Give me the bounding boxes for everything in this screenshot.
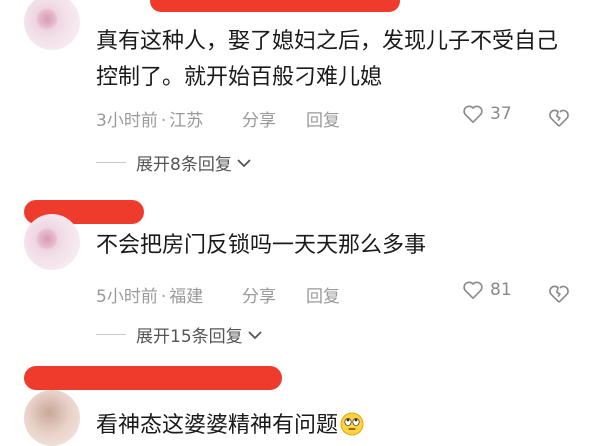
avatar[interactable] <box>24 0 80 50</box>
chevron-down-icon <box>237 158 251 167</box>
expand-replies-button[interactable]: 展开15条回复 <box>96 322 263 347</box>
broken-heart-icon[interactable] <box>548 108 570 128</box>
comment-text: 看神态这婆婆精神有问题 <box>96 408 576 444</box>
broken-heart-icon[interactable] <box>548 284 570 304</box>
comment-location: 福建 <box>169 287 204 307</box>
like-button[interactable]: 81 <box>462 280 512 300</box>
divider <box>96 162 126 163</box>
avatar[interactable] <box>24 214 80 270</box>
divider <box>96 334 126 335</box>
expand-replies-label: 展开15条回复 <box>136 327 243 347</box>
like-button[interactable]: 37 <box>462 104 512 124</box>
share-button[interactable]: 分享 <box>242 282 276 307</box>
like-count: 81 <box>490 280 512 300</box>
reply-button[interactable]: 回复 <box>306 282 340 307</box>
comment-meta: 5小时前 · 福建 <box>96 287 204 307</box>
heart-outline-icon <box>463 105 483 123</box>
heart-outline-icon <box>463 281 483 299</box>
comment-meta: 3小时前 · 江苏 <box>96 111 204 131</box>
avatar[interactable] <box>24 390 80 446</box>
expand-replies-label: 展开8条回复 <box>136 155 232 175</box>
rolling-eyes-emoji <box>340 412 364 436</box>
share-button[interactable]: 分享 <box>242 106 276 131</box>
chevron-down-icon <box>248 330 262 339</box>
like-count: 37 <box>490 104 512 124</box>
redacted-username <box>150 0 400 12</box>
comment-text: 不会把房门反锁吗一天天那么多事 <box>96 233 427 258</box>
expand-replies-button[interactable]: 展开8条回复 <box>96 150 252 175</box>
comment-text: 真有这种人，娶了媳妇之后，发现儿子不受自己控制了。就开始百般刁难儿媳 <box>96 29 559 90</box>
comment-time: 5小时前 <box>96 287 158 307</box>
comment-text-body: 看神态这婆婆精神有问题 <box>96 413 339 438</box>
reply-button[interactable]: 回复 <box>306 106 340 131</box>
comment-location: 江苏 <box>169 111 204 131</box>
redacted-username <box>24 366 282 390</box>
comment-time: 3小时前 <box>96 111 158 131</box>
